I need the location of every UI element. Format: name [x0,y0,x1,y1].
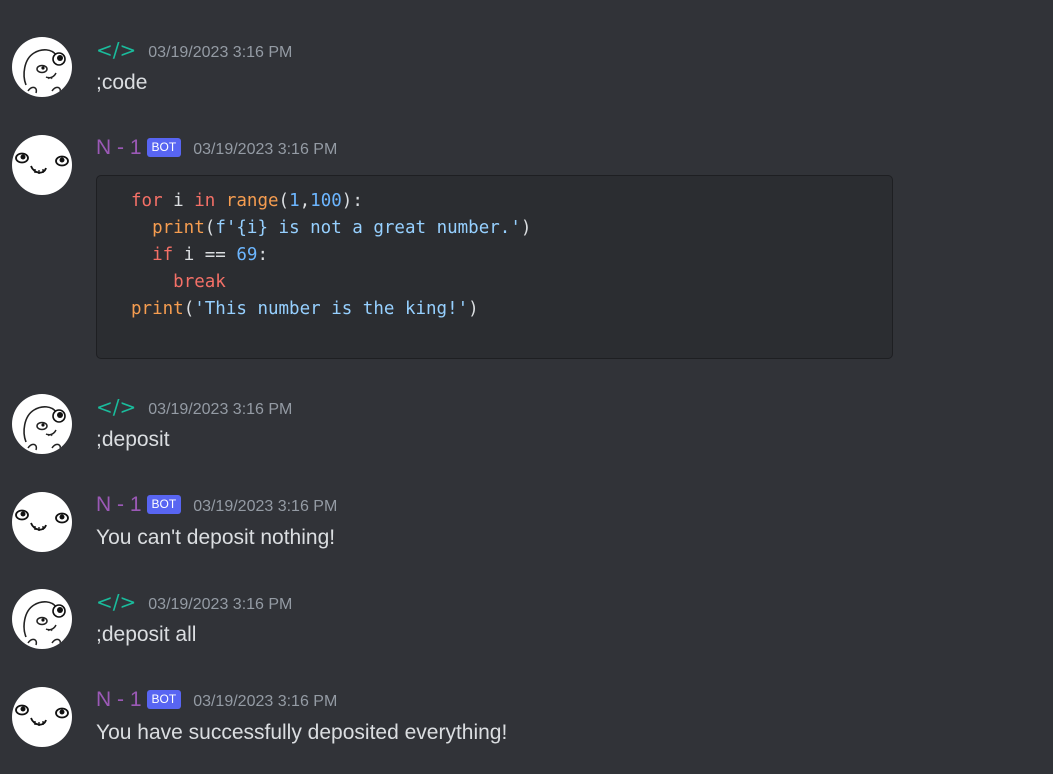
message-header: </> 03/19/2023 3:16 PM [96,590,292,614]
chat-message-list: </> 03/19/2023 3:16 PM ;code N - 1 BOT 0… [0,0,1053,774]
message-header: N - 1 BOT 03/19/2023 3:16 PM [96,136,337,160]
timestamp: 03/19/2023 3:16 PM [193,141,338,158]
timestamp: 03/19/2023 3:16 PM [148,401,293,418]
code-token: in [194,191,216,211]
code-token: ): [341,191,363,211]
code-line: if i == 69: [131,245,268,265]
timestamp: 03/19/2023 3:16 PM [148,44,293,61]
code-token: break [173,272,226,292]
code-token: 1 [289,191,300,211]
code-token: ( [278,191,290,211]
code-line: print('This number is the king!') [131,299,479,319]
message-header: N - 1 BOT 03/19/2023 3:16 PM [96,688,337,712]
code-token: i [162,191,195,211]
code-token: range [225,191,279,211]
user-avatar[interactable] [12,589,72,649]
trollface-avatar-icon [23,601,66,646]
code-token: if [152,245,174,265]
derp-face-avatar-icon [15,152,69,174]
message-header: N - 1 BOT 03/19/2023 3:16 PM [96,493,337,517]
code-token: 69 [236,245,258,265]
bot-avatar[interactable] [12,135,72,195]
author-name[interactable]: </> [96,395,136,419]
user-avatar[interactable] [12,394,72,454]
code-block: for i in range(1,100): print(f'{i} is no… [96,175,893,359]
author-name[interactable]: </> [96,38,136,62]
bot-avatar[interactable] [12,492,72,552]
code-token: f'{i} is not a great number.' [215,218,521,238]
code-token: ( [204,218,216,238]
trollface-avatar-icon [23,406,66,451]
author-name[interactable]: N - 1 [96,688,142,712]
code-token: ( [183,299,195,319]
message-text: ;deposit all [96,623,197,646]
timestamp: 03/19/2023 3:16 PM [193,693,338,710]
author-name[interactable]: N - 1 [96,493,142,517]
user-avatar[interactable] [12,37,72,97]
code-token: : [257,245,268,265]
message-text: You have successfully deposited everythi… [96,721,508,744]
code-line: break [131,272,226,292]
code-line: print(f'{i} is not a great number.') [131,218,531,238]
trollface-avatar-icon [23,49,66,94]
author-name[interactable]: N - 1 [96,136,142,160]
message-header: </> 03/19/2023 3:16 PM [96,395,292,419]
derp-face-avatar-icon [15,509,69,531]
code-content: for i in range(1,100): print(f'{i} is no… [131,188,531,323]
code-token: i == [173,245,237,265]
code-token: ) [468,299,479,319]
bot-badge: BOT [146,495,182,514]
code-token: 100 [310,191,342,211]
code-line: for i in range(1,100): [131,191,363,211]
bot-badge: BOT [146,690,182,709]
message-text: ;deposit [96,428,170,451]
bot-badge: BOT [146,138,182,157]
timestamp: 03/19/2023 3:16 PM [148,596,293,613]
code-token: for [131,191,163,211]
message-header: </> 03/19/2023 3:16 PM [96,38,292,62]
message-text: You can't deposit nothing! [96,526,336,549]
message-text: ;code [96,71,148,94]
timestamp: 03/19/2023 3:16 PM [193,498,338,515]
code-token: ) [520,218,532,238]
bot-avatar[interactable] [12,687,72,747]
code-token: , [299,191,311,211]
author-name[interactable]: </> [96,590,136,614]
derp-face-avatar-icon [15,704,69,726]
code-token: 'This number is the king!' [194,299,469,319]
code-token: print [152,218,205,238]
code-token: print [131,299,184,319]
